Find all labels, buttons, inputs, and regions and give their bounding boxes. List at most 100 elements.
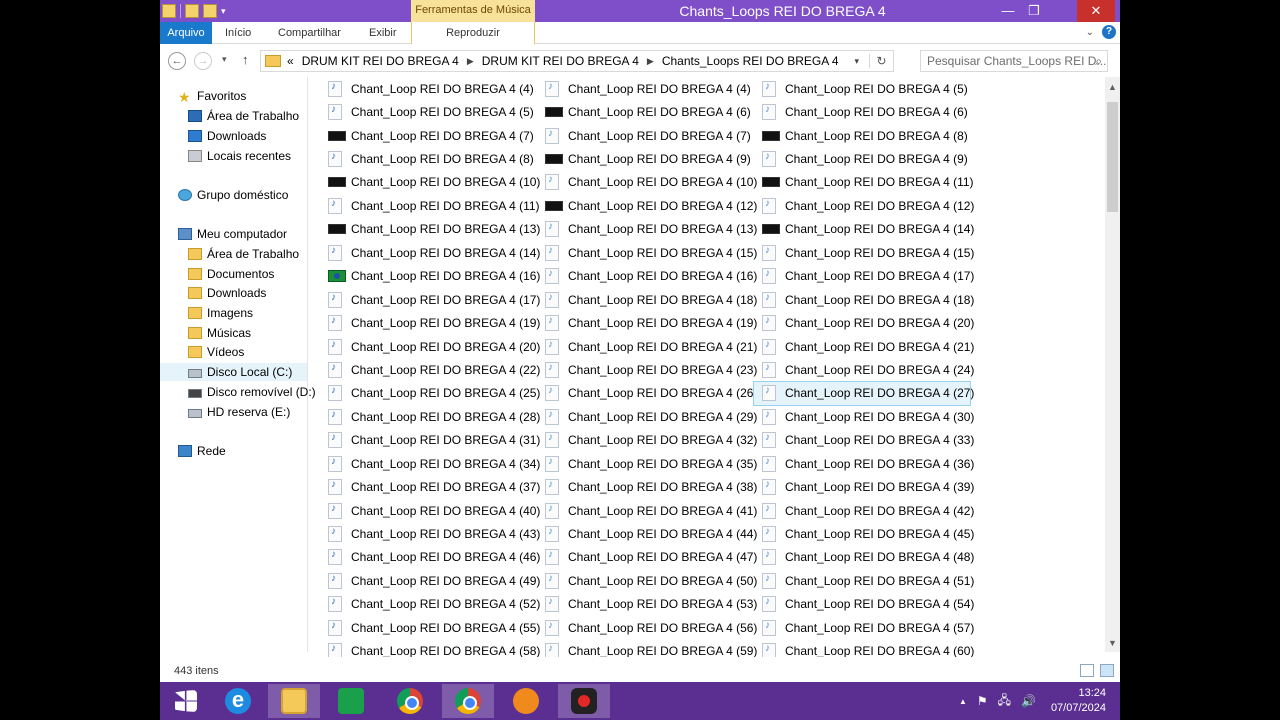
taskbar-store[interactable] xyxy=(325,684,377,718)
nav-removable-disk-d[interactable]: Disco removível (D:) xyxy=(188,383,316,401)
file-item[interactable]: Chant_Loop REI DO BREGA 4 (14) xyxy=(754,218,974,241)
back-button[interactable]: ← xyxy=(168,52,186,70)
file-item[interactable]: Chant_Loop REI DO BREGA 4 (22) xyxy=(320,358,540,381)
file-item[interactable]: Chant_Loop REI DO BREGA 4 (7) xyxy=(537,124,753,147)
volume-icon[interactable]: 🔊 xyxy=(1021,694,1036,708)
tab-file[interactable]: Arquivo xyxy=(160,22,212,44)
file-item[interactable]: Chant_Loop REI DO BREGA 4 (44) xyxy=(537,522,757,545)
taskbar-screen-recorder[interactable] xyxy=(558,684,610,718)
breadcrumb-item[interactable]: Chants_Loops REI DO BREGA 4 xyxy=(662,54,839,68)
file-item[interactable]: Chant_Loop REI DO BREGA 4 (16) xyxy=(320,265,540,288)
taskbar-internet-explorer[interactable]: e xyxy=(212,684,264,718)
file-item[interactable]: Chant_Loop REI DO BREGA 4 (11) xyxy=(320,194,540,217)
address-dropdown-icon[interactable]: ▾ xyxy=(854,56,859,67)
file-item[interactable]: Chant_Loop REI DO BREGA 4 (8) xyxy=(320,147,536,170)
scroll-up-icon[interactable]: ▲ xyxy=(1105,80,1120,94)
nav-music[interactable]: Músicas xyxy=(188,324,251,342)
file-item[interactable]: Chant_Loop REI DO BREGA 4 (12) xyxy=(537,194,757,217)
taskbar-fl-studio[interactable] xyxy=(500,684,552,718)
action-center-flag-icon[interactable]: ⚑ xyxy=(977,694,988,708)
file-item[interactable]: Chant_Loop REI DO BREGA 4 (40) xyxy=(320,499,540,522)
show-hidden-icons-icon[interactable]: ▲ xyxy=(959,697,967,706)
file-item[interactable]: Chant_Loop REI DO BREGA 4 (35) xyxy=(537,452,757,475)
file-item[interactable]: Chant_Loop REI DO BREGA 4 (9) xyxy=(754,147,970,170)
scrollbar-thumb[interactable] xyxy=(1107,102,1118,212)
nav-documents[interactable]: Documentos xyxy=(188,265,274,283)
expand-ribbon-icon[interactable]: ⌄ xyxy=(1086,27,1094,38)
vertical-scrollbar[interactable]: ▲ ▼ xyxy=(1105,77,1120,652)
file-item[interactable]: Chant_Loop REI DO BREGA 4 (29) xyxy=(537,405,757,428)
nav-videos[interactable]: Vídeos xyxy=(188,343,244,361)
breadcrumb-overflow[interactable]: « xyxy=(287,54,294,68)
taskbar-chrome-window[interactable] xyxy=(442,684,494,718)
file-item[interactable]: Chant_Loop REI DO BREGA 4 (52) xyxy=(320,593,540,616)
nav-computer-downloads[interactable]: Downloads xyxy=(188,284,266,302)
file-item[interactable]: Chant_Loop REI DO BREGA 4 (48) xyxy=(754,546,974,569)
file-item[interactable]: Chant_Loop REI DO BREGA 4 (43) xyxy=(320,522,540,545)
large-icons-view-icon[interactable] xyxy=(1100,664,1114,677)
minimize-button[interactable]: — xyxy=(995,0,1021,22)
file-item[interactable]: Chant_Loop REI DO BREGA 4 (39) xyxy=(754,475,974,498)
file-item[interactable]: Chant_Loop REI DO BREGA 4 (17) xyxy=(754,265,974,288)
file-item[interactable]: Chant_Loop REI DO BREGA 4 (58) xyxy=(320,640,540,657)
file-item[interactable]: Chant_Loop REI DO BREGA 4 (56) xyxy=(537,616,757,639)
file-item[interactable]: Chant_Loop REI DO BREGA 4 (25) xyxy=(320,382,540,405)
file-item[interactable]: Chant_Loop REI DO BREGA 4 (30) xyxy=(754,405,974,428)
forward-button[interactable]: → xyxy=(194,52,212,70)
nav-homegroup[interactable]: Grupo doméstico xyxy=(178,186,288,204)
up-arrow-icon[interactable]: ↑ xyxy=(242,52,249,67)
file-item[interactable]: Chant_Loop REI DO BREGA 4 (10) xyxy=(320,171,540,194)
file-item[interactable]: Chant_Loop REI DO BREGA 4 (54) xyxy=(754,593,974,616)
recent-locations-icon[interactable]: ▾ xyxy=(222,54,227,65)
network-tray-icon[interactable]: 🖧 xyxy=(998,691,1011,712)
file-item[interactable]: Chant_Loop REI DO BREGA 4 (42) xyxy=(754,499,974,522)
file-item[interactable]: Chant_Loop REI DO BREGA 4 (49) xyxy=(320,569,540,592)
nav-hd-reserva-e[interactable]: HD reserva (E:) xyxy=(188,403,290,421)
file-item[interactable]: Chant_Loop REI DO BREGA 4 (13) xyxy=(320,218,540,241)
search-input[interactable]: Pesquisar Chants_Loops REI D... ⌕ xyxy=(920,50,1108,72)
file-item[interactable]: Chant_Loop REI DO BREGA 4 (45) xyxy=(754,522,974,545)
tab-play[interactable]: Reproduzir xyxy=(411,22,535,44)
close-button[interactable]: ✕ xyxy=(1077,0,1115,22)
file-item[interactable]: Chant_Loop REI DO BREGA 4 (31) xyxy=(320,429,540,452)
file-item[interactable]: Chant_Loop REI DO BREGA 4 (16) xyxy=(537,265,757,288)
file-item[interactable]: Chant_Loop REI DO BREGA 4 (9) xyxy=(537,147,753,170)
file-item[interactable]: Chant_Loop REI DO BREGA 4 (5) xyxy=(754,77,970,100)
clock[interactable]: 13:24 07/07/2024 xyxy=(1046,686,1106,716)
file-item[interactable]: Chant_Loop REI DO BREGA 4 (23) xyxy=(537,358,757,381)
file-item[interactable]: Chant_Loop REI DO BREGA 4 (6) xyxy=(754,100,970,123)
file-item[interactable]: Chant_Loop REI DO BREGA 4 (55) xyxy=(320,616,540,639)
details-view-icon[interactable] xyxy=(1080,664,1094,677)
nav-desktop[interactable]: Área de Trabalho xyxy=(188,107,299,125)
nav-local-disk-c[interactable]: Disco Local (C:) xyxy=(160,363,307,381)
file-item[interactable]: Chant_Loop REI DO BREGA 4 (27) xyxy=(753,380,974,407)
start-button[interactable] xyxy=(160,684,212,718)
nav-network[interactable]: Rede xyxy=(178,442,226,460)
file-item[interactable]: Chant_Loop REI DO BREGA 4 (57) xyxy=(754,616,974,639)
nav-downloads[interactable]: Downloads xyxy=(188,127,266,145)
file-item[interactable]: Chant_Loop REI DO BREGA 4 (17) xyxy=(320,288,540,311)
scroll-down-icon[interactable]: ▼ xyxy=(1105,636,1120,650)
file-item[interactable]: Chant_Loop REI DO BREGA 4 (59) xyxy=(537,640,757,657)
file-item[interactable]: Chant_Loop REI DO BREGA 4 (50) xyxy=(537,569,757,592)
taskbar-file-explorer[interactable] xyxy=(268,684,320,718)
nav-computer[interactable]: Meu computador xyxy=(178,225,287,243)
file-item[interactable]: Chant_Loop REI DO BREGA 4 (4) xyxy=(537,77,753,100)
tab-home[interactable]: Início xyxy=(225,22,251,44)
nav-pictures[interactable]: Imagens xyxy=(188,304,253,322)
refresh-icon[interactable]: ↻ xyxy=(869,54,893,68)
file-item[interactable]: Chant_Loop REI DO BREGA 4 (19) xyxy=(320,311,540,334)
file-item[interactable]: Chant_Loop REI DO BREGA 4 (20) xyxy=(320,335,540,358)
tab-share[interactable]: Compartilhar xyxy=(278,22,341,44)
file-item[interactable]: Chant_Loop REI DO BREGA 4 (36) xyxy=(754,452,974,475)
tab-view[interactable]: Exibir xyxy=(369,22,397,44)
file-item[interactable]: Chant_Loop REI DO BREGA 4 (38) xyxy=(537,475,757,498)
file-item[interactable]: Chant_Loop REI DO BREGA 4 (20) xyxy=(754,311,974,334)
nav-recent-places[interactable]: Locais recentes xyxy=(188,147,291,165)
file-item[interactable]: Chant_Loop REI DO BREGA 4 (32) xyxy=(537,429,757,452)
file-item[interactable]: Chant_Loop REI DO BREGA 4 (28) xyxy=(320,405,540,428)
file-item[interactable]: Chant_Loop REI DO BREGA 4 (14) xyxy=(320,241,540,264)
file-item[interactable]: Chant_Loop REI DO BREGA 4 (51) xyxy=(754,569,974,592)
nav-favorites[interactable]: ★ Favoritos xyxy=(178,87,246,105)
file-item[interactable]: Chant_Loop REI DO BREGA 4 (12) xyxy=(754,194,974,217)
